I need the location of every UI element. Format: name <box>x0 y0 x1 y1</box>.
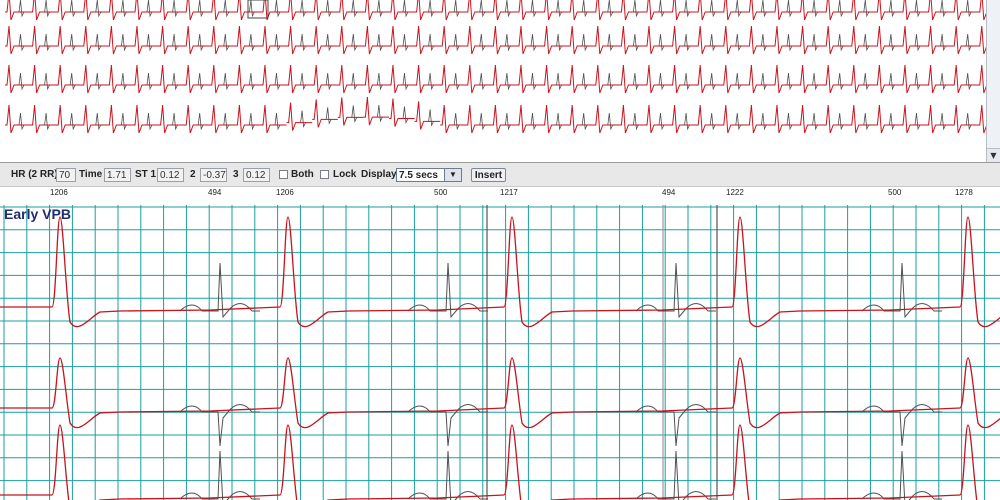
st2-value-field[interactable]: -0.37 <box>200 168 227 182</box>
ecg-trace-primary <box>0 424 1000 500</box>
beat-interval-labels: 1206 494 1206 500 1217 494 1222 500 1278 <box>0 187 1000 205</box>
detail-ecg-svg <box>0 205 1000 500</box>
overview-trace-panel[interactable] <box>0 0 987 162</box>
beat-interval-label: 1217 <box>500 188 518 197</box>
both-checkbox[interactable] <box>279 170 288 179</box>
ecg-trace-primary <box>0 357 1000 429</box>
st2-label: 2 <box>190 169 196 180</box>
hr-value-field[interactable]: 70 <box>56 168 76 182</box>
beat-interval-label: 1278 <box>955 188 973 197</box>
hr-label: HR (2 RR) <box>11 169 58 180</box>
detail-ecg-panel[interactable]: Early VPB <box>0 205 1000 500</box>
beat-interval-label: 494 <box>208 188 222 197</box>
st1-label: ST 1 <box>135 169 157 180</box>
beat-interval-label: 1206 <box>276 188 294 197</box>
st1-value-field[interactable]: 0.12 <box>157 168 184 182</box>
ecg-trace-secondary <box>179 404 942 447</box>
beat-interval-label: 494 <box>662 188 676 197</box>
ecg-grid-lines <box>0 205 1000 500</box>
display-duration-value: 7.5 secs <box>399 170 438 181</box>
insert-button[interactable]: Insert <box>471 168 506 182</box>
beat-interval-label: 1222 <box>726 188 744 197</box>
strip-title: Early VPB <box>4 206 71 222</box>
lock-checkbox[interactable] <box>320 170 329 179</box>
overview-trace-primary <box>5 97 986 134</box>
measurement-toolbar: HR (2 RR) 70 Time 1.71 ST 1 0.12 2 -0.37… <box>0 162 1000 187</box>
beat-interval-label: 500 <box>434 188 448 197</box>
both-label: Both <box>291 169 314 180</box>
time-value-field[interactable]: 1.71 <box>104 168 131 182</box>
st3-value-field[interactable]: 0.12 <box>243 168 270 182</box>
ecg-trace-primary <box>0 216 1000 328</box>
chevron-down-icon[interactable]: ▼ <box>444 169 461 181</box>
beat-interval-label: 1206 <box>50 188 68 197</box>
lock-label: Lock <box>333 169 357 180</box>
vertical-scrollbar[interactable]: ▼ <box>986 0 1000 162</box>
beat-interval-label: 500 <box>888 188 902 197</box>
time-label: Time <box>79 169 103 180</box>
scroll-down-arrow-icon[interactable]: ▼ <box>987 148 1000 162</box>
st3-label: 3 <box>233 169 239 180</box>
display-label: Display <box>361 169 397 180</box>
overview-ecg-svg <box>5 0 986 134</box>
display-duration-select[interactable]: 7.5 secs ▼ <box>396 168 462 182</box>
